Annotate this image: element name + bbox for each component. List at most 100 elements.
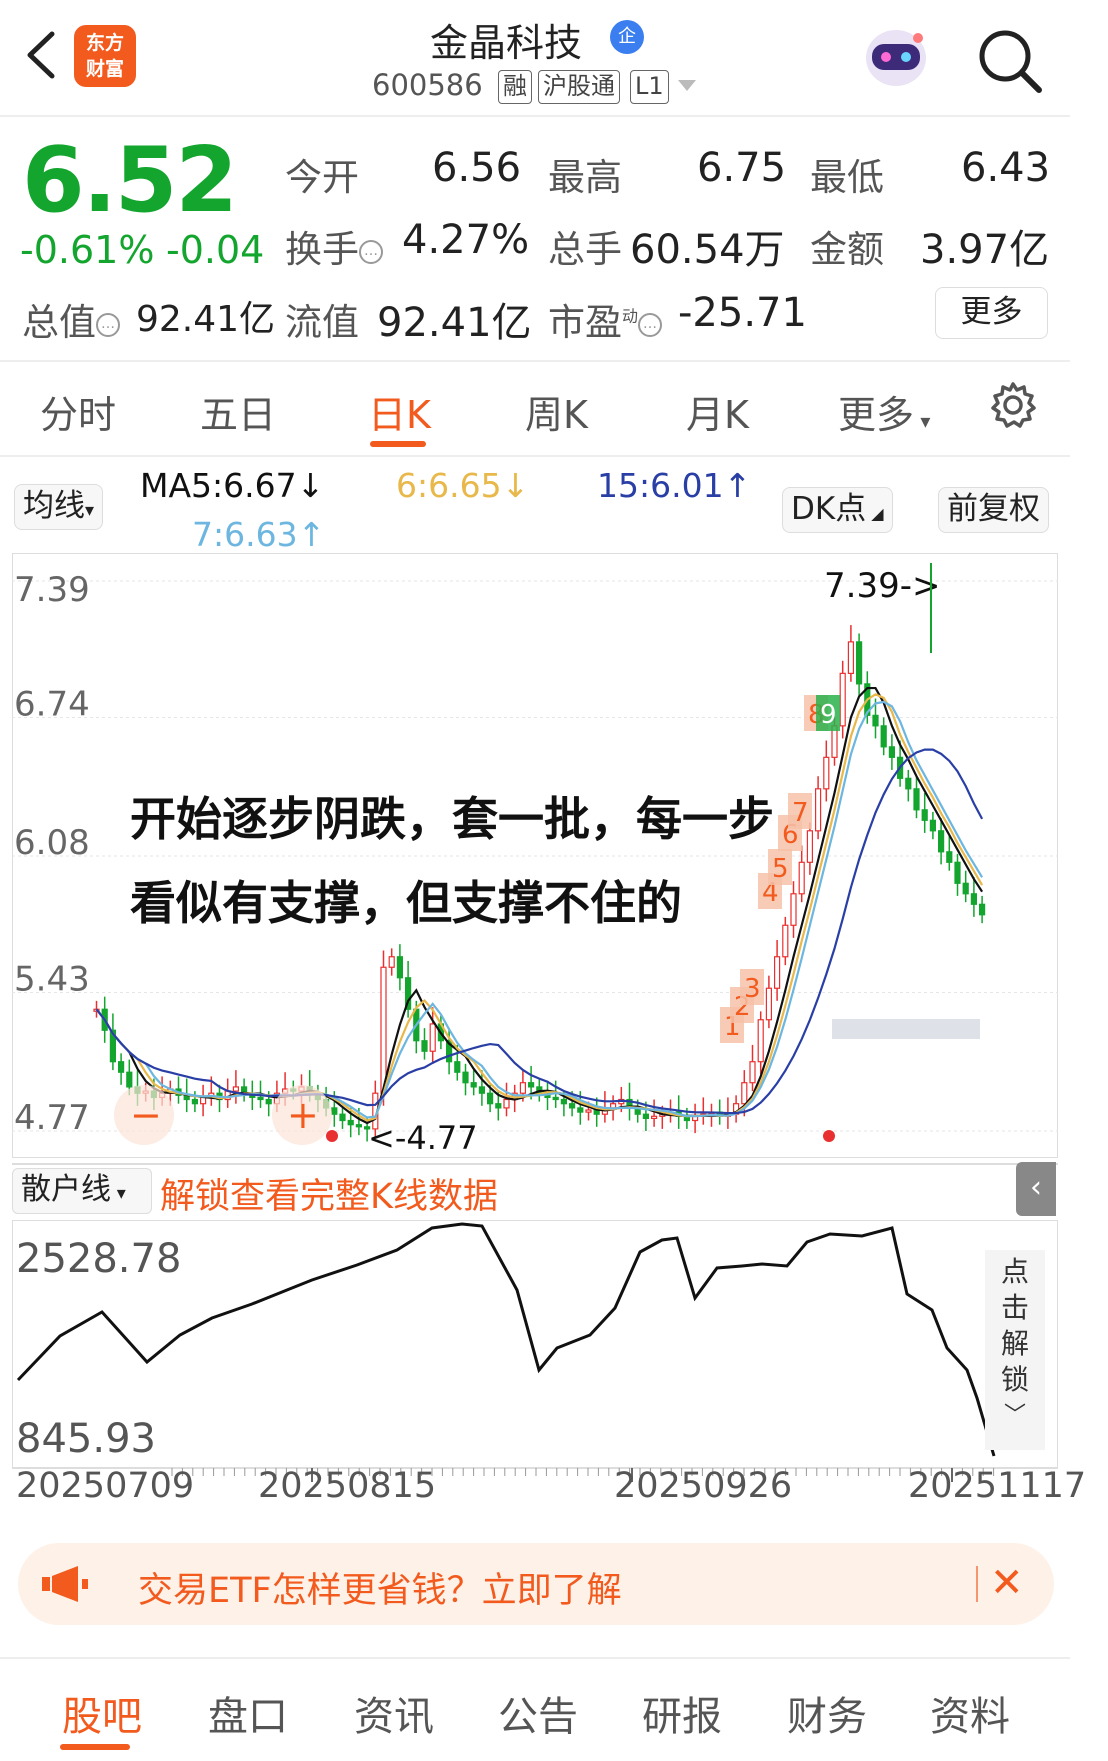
candle xyxy=(642,1113,650,1120)
back-arrow-icon[interactable] xyxy=(22,30,62,80)
tag-level: L1 xyxy=(630,70,669,104)
close-icon[interactable]: ✕ xyxy=(990,1560,1024,1606)
ma7-value: 7:6.63↑ xyxy=(192,515,326,554)
unlock-kline-link[interactable]: 解锁查看完整K线数据 xyxy=(160,1168,498,1219)
candle xyxy=(470,1082,477,1088)
click-unlock-panel[interactable]: 点 击 解 锁 ﹀ xyxy=(985,1250,1045,1450)
candle xyxy=(650,1115,658,1120)
candle xyxy=(888,746,896,758)
dropdown-caret-icon[interactable] xyxy=(678,80,696,91)
candle xyxy=(970,893,978,905)
candle xyxy=(568,1103,576,1109)
tab-announcements[interactable]: 公告 xyxy=(498,1684,578,1742)
candle xyxy=(839,672,846,727)
candle xyxy=(757,1019,764,1063)
more-quote-button[interactable]: 更多 xyxy=(935,287,1048,339)
info-icon[interactable]: … xyxy=(638,312,663,337)
mktcap-label: 总值… xyxy=(22,292,120,346)
tab-orderbook[interactable]: 盘口 xyxy=(208,1684,288,1742)
tab-finance[interactable]: 财务 xyxy=(787,1684,867,1742)
dk-point-button[interactable]: DK点 ◢ xyxy=(782,487,893,533)
signal-dot xyxy=(823,1130,835,1142)
candle xyxy=(487,1092,494,1105)
candle xyxy=(454,1061,461,1073)
candle xyxy=(913,788,920,811)
candle xyxy=(749,1061,756,1084)
candle xyxy=(117,1061,125,1073)
banner-text[interactable]: 交易ETF怎样更省钱？立即了解 xyxy=(138,1562,622,1613)
adjust-button[interactable]: 前复权 xyxy=(938,487,1049,533)
assistant-robot-icon[interactable] xyxy=(858,20,934,92)
volume-label: 总手 xyxy=(548,228,622,271)
sub-y-min: 845.93 xyxy=(16,1416,156,1462)
candle xyxy=(814,788,822,832)
chart-annotation: 开始逐步阴跌，套一批，每一步 看似有支撑，但支撑不住的 xyxy=(130,792,774,930)
candle xyxy=(396,956,403,979)
candle xyxy=(380,966,387,1094)
search-icon[interactable] xyxy=(975,26,1045,96)
float-label: 流值 xyxy=(285,301,359,344)
candle xyxy=(782,924,789,958)
app-logo: 东方 财富 xyxy=(74,25,136,87)
low-label: 最低 xyxy=(810,156,884,199)
candle xyxy=(232,1086,239,1092)
candle xyxy=(921,809,928,821)
info-icon[interactable]: … xyxy=(359,239,383,264)
info-icon[interactable]: … xyxy=(96,312,120,337)
collapse-arrow-icon[interactable]: ‹ xyxy=(1016,1162,1056,1216)
low-value: 6.43 xyxy=(961,145,1051,191)
candle xyxy=(765,987,773,1021)
candle xyxy=(855,641,863,685)
candle xyxy=(331,1107,338,1115)
float-value: 92.41亿 xyxy=(377,300,532,346)
ma-selector[interactable]: 均线▾ xyxy=(14,484,104,530)
zoom-out-label: − xyxy=(130,1093,162,1137)
candle xyxy=(872,714,879,727)
tab-weekly-k[interactable]: 周K xyxy=(525,384,588,439)
tab-more[interactable]: 更多 ▾ xyxy=(838,384,930,439)
candle xyxy=(429,1023,436,1052)
candle xyxy=(191,1098,198,1105)
signal-dot xyxy=(326,1130,338,1142)
change-percent: -0.61% xyxy=(20,228,155,272)
turnover-label: 换手… xyxy=(285,219,383,273)
candle xyxy=(790,893,797,926)
retail-line-selector[interactable]: 散户线 ▾ xyxy=(12,1168,152,1214)
settings-gear-icon[interactable] xyxy=(988,380,1038,430)
candle xyxy=(798,861,805,895)
divider xyxy=(976,1566,978,1602)
candle xyxy=(946,851,953,863)
low-marker: <-4.77 xyxy=(368,1119,478,1157)
candle xyxy=(462,1071,469,1084)
tab-monthly-k[interactable]: 月K xyxy=(686,384,749,439)
tab-five-day[interactable]: 五日 xyxy=(200,384,276,439)
tab-guba[interactable]: 股吧 xyxy=(62,1684,142,1742)
change-amount: -0.04 xyxy=(166,228,265,272)
candle xyxy=(847,641,855,674)
tab-research[interactable]: 研报 xyxy=(642,1684,722,1742)
open-value: 6.56 xyxy=(432,145,522,191)
high-marker: 7.39-> xyxy=(824,566,940,606)
candle xyxy=(880,725,887,748)
enterprise-badge: 企 xyxy=(610,20,644,54)
zoom-in-label: + xyxy=(287,1093,319,1137)
tab-profile[interactable]: 资料 xyxy=(930,1684,1010,1742)
ma15-value: 15:6.01↑ xyxy=(597,466,752,505)
y-tick-label: 4.77 xyxy=(14,1098,90,1138)
candle xyxy=(560,1098,568,1105)
candle xyxy=(478,1086,485,1094)
count-badge-label: 9 xyxy=(820,700,837,730)
candle xyxy=(265,1098,272,1105)
tab-daily-k[interactable]: 日K xyxy=(368,384,431,439)
candle xyxy=(937,830,945,853)
active-tab-indicator xyxy=(60,1744,130,1750)
date-label: 20250926 xyxy=(614,1466,793,1506)
high-label: 最高 xyxy=(548,156,622,199)
count-badge-label: 7 xyxy=(792,798,809,828)
tab-intraday[interactable]: 分时 xyxy=(40,384,116,439)
candle xyxy=(495,1103,502,1109)
tab-news[interactable]: 资讯 xyxy=(354,1684,434,1742)
candle xyxy=(585,1109,592,1113)
pe-value: -25.71 xyxy=(678,290,807,336)
divider xyxy=(0,1657,1070,1659)
